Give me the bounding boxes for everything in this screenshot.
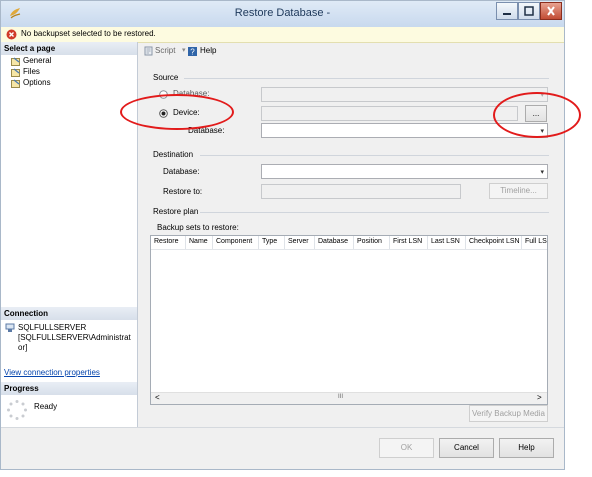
page-icon: [11, 79, 20, 88]
device-path-field[interactable]: [261, 106, 518, 121]
column-header[interactable]: Last LSN: [431, 238, 460, 245]
backup-sets-label: Backup sets to restore:: [157, 223, 239, 232]
column-header[interactable]: Component: [216, 238, 252, 245]
dialog-footer: OK Cancel Help: [1, 427, 564, 469]
restore-database-window: Restore Database - No backupset selected…: [0, 0, 565, 470]
page-item-label: General: [23, 56, 52, 65]
destination-group-label: Destination: [153, 150, 194, 159]
horizontal-scrollbar[interactable]: < III >: [151, 392, 547, 404]
backup-sets-grid[interactable]: Restore Name Component Type Server Datab…: [150, 235, 548, 405]
radio-unchecked-icon: [159, 90, 168, 99]
chevron-down-icon: ▾: [182, 47, 186, 54]
timeline-button[interactable]: Timeline...: [489, 183, 548, 199]
destination-divider: [200, 155, 549, 156]
left-pane: Select a page General Files Options Conn…: [1, 42, 138, 427]
cancel-button[interactable]: Cancel: [439, 438, 494, 458]
close-button[interactable]: [540, 2, 562, 20]
database-radio-label: Database:: [173, 89, 210, 98]
column-header[interactable]: First LSN: [393, 238, 422, 245]
page-icon: [11, 57, 20, 66]
error-message-bar: No backupset selected to be restored.: [1, 27, 564, 43]
column-header[interactable]: Checkpoint LSN: [469, 238, 520, 245]
destination-database-combo[interactable]: ▾: [261, 164, 548, 179]
connection-header: Connection: [1, 307, 137, 320]
restore-plan-divider: [200, 212, 549, 213]
minimize-icon: [503, 13, 511, 15]
source-database-label: Database:: [188, 126, 225, 135]
help-icon: ?: [188, 47, 197, 57]
view-connection-properties-link[interactable]: View connection properties: [4, 368, 100, 377]
help-button[interactable]: Help: [499, 438, 554, 458]
verify-backup-media-button[interactable]: Verify Backup Media: [469, 405, 548, 422]
grid-header: Restore Name Component Type Server Datab…: [151, 236, 547, 250]
chevron-down-icon: ▾: [540, 92, 544, 99]
column-header[interactable]: Server: [288, 238, 309, 245]
title-bar: Restore Database -: [1, 1, 564, 28]
window-title: Restore Database -: [234, 7, 331, 19]
connection-user-line2: or]: [18, 343, 28, 352]
column-header[interactable]: Position: [357, 238, 382, 245]
restore-to-field[interactable]: [261, 184, 461, 199]
progress-status: Ready: [34, 402, 58, 411]
source-group-label: Source: [153, 73, 179, 82]
column-header[interactable]: Database: [318, 238, 348, 245]
column-header[interactable]: Name: [189, 238, 208, 245]
source-database-combo[interactable]: ▾: [261, 123, 548, 138]
column-header[interactable]: Full LS: [525, 238, 547, 245]
source-database-select[interactable]: ▾: [261, 87, 548, 102]
column-header[interactable]: Restore: [154, 238, 179, 245]
page-item-label: Options: [23, 78, 51, 87]
scroll-grip-icon: III: [338, 394, 344, 400]
ok-button[interactable]: OK: [379, 438, 434, 458]
restore-to-label: Restore to:: [163, 187, 203, 196]
page-item-label: Files: [23, 67, 40, 76]
page-icon: [11, 68, 20, 77]
help-label: Help: [200, 46, 217, 55]
svg-text:?: ?: [190, 48, 195, 57]
maximize-button[interactable]: [518, 2, 540, 20]
column-header[interactable]: Type: [262, 238, 277, 245]
server-icon: [5, 323, 15, 332]
chevron-down-icon: ▾: [540, 169, 544, 176]
device-radio-label: Device:: [173, 108, 200, 117]
minimize-button[interactable]: [496, 2, 518, 20]
browse-device-button[interactable]: ...: [525, 105, 547, 122]
script-icon: [144, 46, 153, 56]
close-icon: [547, 6, 555, 16]
select-page-header: Select a page: [1, 42, 137, 55]
progress-header: Progress: [1, 382, 137, 395]
destination-database-label: Database:: [163, 167, 200, 176]
error-icon: [6, 29, 17, 40]
restore-plan-group-label: Restore plan: [153, 207, 199, 216]
progress-spinner-icon: [7, 400, 27, 420]
chevron-right-icon[interactable]: >: [537, 393, 542, 402]
connection-server: SQLFULLSERVER: [18, 323, 87, 332]
chevron-left-icon[interactable]: <: [155, 393, 160, 402]
script-label: Script: [155, 46, 176, 55]
maximize-icon: [524, 6, 534, 16]
chevron-down-icon: ▾: [540, 128, 544, 135]
radio-checked-icon: [159, 109, 168, 118]
connection-user-line1: [SQLFULLSERVER\Administrat: [18, 333, 131, 342]
error-message: No backupset selected to be restored.: [21, 29, 156, 38]
source-divider: [184, 78, 549, 79]
